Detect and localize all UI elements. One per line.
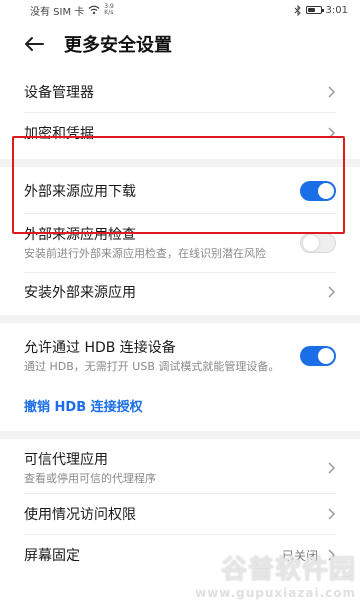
- screen-pin-item[interactable]: 屏幕固定 已关闭: [0, 535, 360, 575]
- hdb-revoke-item[interactable]: 撤销 HDB 连接授权: [0, 387, 360, 423]
- toggle-knob: [318, 348, 334, 364]
- trust-agents-label: 可信代理应用: [24, 452, 108, 468]
- section-divider: [0, 431, 360, 439]
- wifi-icon: [88, 5, 100, 15]
- watermark-url: www.gupuxiazai.com: [195, 585, 356, 600]
- chevron-right-icon: [328, 549, 336, 561]
- trust-agents-item[interactable]: 可信代理应用 查看或停用可信的代理程序: [0, 443, 360, 493]
- install-external-item[interactable]: 安装外部来源应用: [0, 273, 360, 311]
- chevron-right-icon: [328, 127, 336, 139]
- external-download-item[interactable]: 外部来源应用下载: [0, 169, 360, 213]
- screen-pin-label: 屏幕固定: [24, 548, 80, 564]
- external-check-item[interactable]: 外部来源应用检查 安装前进行外部来源应用检查，在线识别潜在风险: [0, 214, 360, 272]
- usage-access-item[interactable]: 使用情况访问权限: [0, 494, 360, 534]
- hdb-revoke-link[interactable]: 撤销 HDB 连接授权: [24, 396, 143, 415]
- install-external-label: 安装外部来源应用: [24, 285, 136, 301]
- encryption-label: 加密和凭据: [24, 126, 94, 142]
- external-check-toggle[interactable]: [300, 233, 336, 253]
- hdb-allow-label: 允许通过 HDB 连接设备: [24, 340, 176, 356]
- status-bar: 没有 SIM 卡 3.9 K/s 3:01: [0, 0, 360, 20]
- hdb-allow-desc: 通过 HDB，无需打开 USB 调试模式就能管理设备。: [24, 360, 280, 373]
- bluetooth-icon: [294, 4, 301, 16]
- back-button[interactable]: [24, 32, 48, 56]
- chevron-right-icon: [328, 462, 336, 474]
- page-header: 更多安全设置: [0, 20, 360, 68]
- device-admin-item[interactable]: 设备管理器: [0, 72, 360, 112]
- encryption-item[interactable]: 加密和凭据: [0, 113, 360, 153]
- external-download-label: 外部来源应用下载: [24, 184, 136, 200]
- battery-icon: [305, 6, 324, 14]
- clock: 3:01: [325, 4, 348, 16]
- hdb-allow-toggle[interactable]: [300, 346, 336, 366]
- section-divider: [0, 315, 360, 323]
- chevron-right-icon: [328, 86, 336, 98]
- toggle-knob: [318, 183, 334, 199]
- page-title: 更多安全设置: [64, 35, 172, 56]
- screen-pin-value: 已关闭: [281, 548, 318, 563]
- usage-access-label: 使用情况访问权限: [24, 507, 136, 523]
- external-check-label: 外部来源应用检查: [24, 227, 136, 243]
- external-check-desc: 安装前进行外部来源应用检查，在线识别潜在风险: [24, 247, 266, 260]
- device-admin-label: 设备管理器: [24, 85, 94, 101]
- section-divider: [0, 159, 360, 167]
- chevron-right-icon: [328, 286, 336, 298]
- carrier-text: 没有 SIM 卡: [30, 6, 85, 18]
- network-speed: 3.9 K/s: [104, 3, 114, 16]
- external-download-toggle[interactable]: [300, 181, 336, 201]
- hdb-allow-item[interactable]: 允许通过 HDB 连接设备 通过 HDB，无需打开 USB 调试模式就能管理设备…: [0, 325, 360, 387]
- arrow-left-icon: [25, 37, 44, 51]
- trust-agents-desc: 查看或停用可信的代理程序: [24, 472, 156, 485]
- toggle-knob: [303, 235, 319, 251]
- chevron-right-icon: [328, 508, 336, 520]
